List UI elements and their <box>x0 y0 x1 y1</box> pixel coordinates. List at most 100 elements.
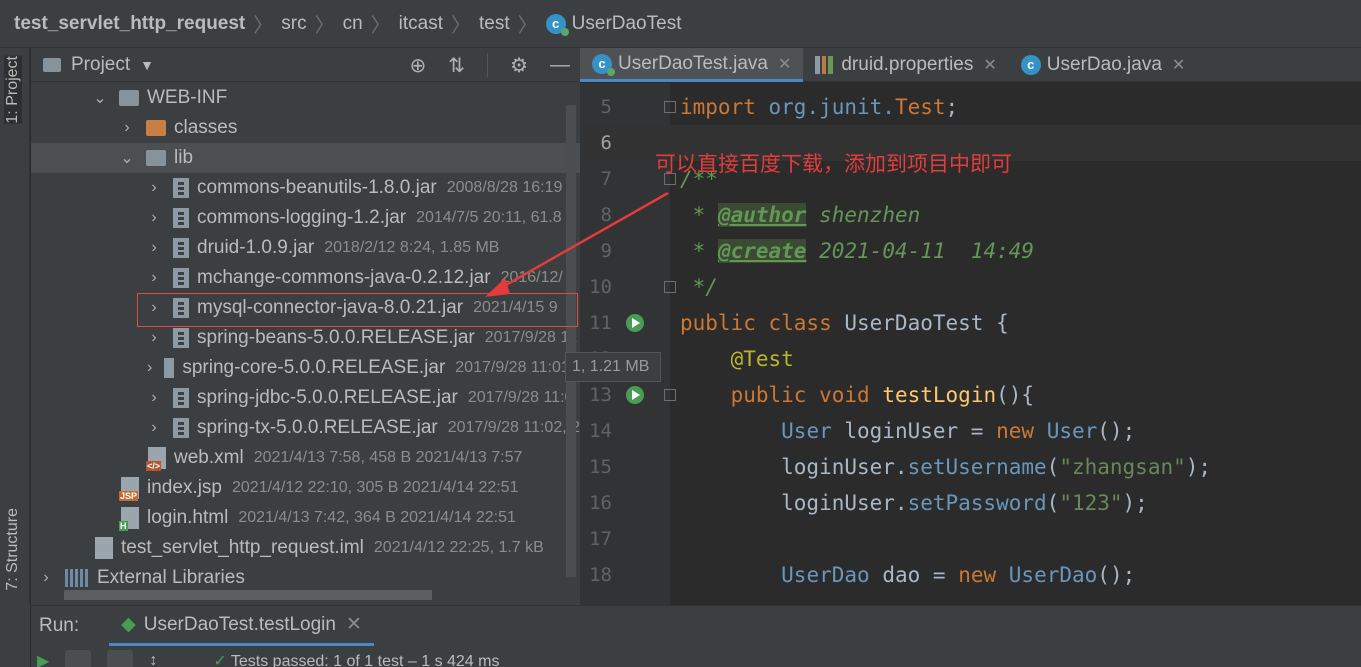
chevron-right-icon[interactable]: › <box>147 179 161 197</box>
project-panel-tools: ⊕ ⇅ ⚙ — <box>410 48 570 82</box>
vertical-scrollbar[interactable] <box>566 105 576 577</box>
tab-druid-properties[interactable]: druid.properties ✕ <box>803 48 1008 82</box>
line-number: 6 <box>600 132 612 154</box>
horizontal-scrollbar[interactable] <box>64 590 432 600</box>
file-type-tag: JSP <box>119 491 139 501</box>
chevron-down-icon[interactable]: ⌄ <box>93 88 107 108</box>
line-number: 7 <box>600 168 612 190</box>
tree-item-jar[interactable]: › druid-1.0.9.jar 2018/2/12 8:24, 1.85 M… <box>31 233 580 263</box>
tree-item-external-libraries[interactable]: › External Libraries <box>31 563 580 593</box>
tree-item-jar[interactable]: › spring-core-5.0.0.RELEASE.jar 2017/9/2… <box>31 353 580 383</box>
structure-tool-tab[interactable]: 7: Structure <box>4 508 22 591</box>
folder-icon <box>119 90 139 106</box>
iml-file-icon <box>95 537 113 559</box>
tree-item-meta: 2021/4/13 7:58, 458 B 2021/4/13 7:57 <box>253 449 523 466</box>
code-line: 17 <box>580 521 1361 557</box>
tree-item-index-jsp[interactable]: JSP index.jsp 2021/4/12 22:10, 305 B 202… <box>31 473 580 503</box>
close-icon[interactable]: ✕ <box>778 54 791 74</box>
fold-icon[interactable] <box>664 389 676 401</box>
chevron-right-icon[interactable]: › <box>147 209 161 227</box>
tree-item-classes[interactable]: › classes <box>31 113 580 143</box>
tree-item-jar[interactable]: › spring-tx-5.0.0.RELEASE.jar 2017/9/28 … <box>31 413 580 443</box>
chevron-down-icon[interactable]: ▼ <box>140 57 154 73</box>
breadcrumb-itcast[interactable]: itcast <box>399 13 443 35</box>
chevron-down-icon[interactable]: ⌄ <box>120 148 134 168</box>
tree-item-iml[interactable]: test_servlet_http_request.iml 2021/4/12 … <box>31 533 580 563</box>
breadcrumb-src[interactable]: src <box>281 13 306 35</box>
chevron-right-icon: 〉 <box>314 15 335 37</box>
run-test-icon[interactable] <box>626 314 644 332</box>
tree-item-jar[interactable]: › spring-jdbc-5.0.0.RELEASE.jar 2017/9/2… <box>31 383 580 413</box>
tab-label: UserDaoTest.java <box>618 52 768 74</box>
tree-item-label: classes <box>174 117 238 138</box>
tree-item-label: WEB-INF <box>147 87 228 108</box>
code-line: 9 * @create 2021-04-11 14:49 <box>580 233 1361 269</box>
sort-icon[interactable]: ↕ <box>149 652 157 667</box>
folder-icon <box>43 57 61 72</box>
rerun-icon[interactable]: ▶ <box>37 651 49 667</box>
stop-icon[interactable] <box>107 650 134 667</box>
hide-icon[interactable]: — <box>550 54 570 77</box>
test-config-icon: ◆ <box>121 614 136 635</box>
tree-item-label: External Libraries <box>97 567 245 588</box>
chevron-right-icon[interactable]: › <box>39 569 53 587</box>
close-icon[interactable]: ✕ <box>1172 55 1185 75</box>
close-icon[interactable]: ✕ <box>983 55 996 75</box>
tree-item-label: spring-beans-5.0.0.RELEASE.jar <box>197 327 475 348</box>
password-string: "123" <box>1059 491 1123 515</box>
class-icon: c <box>1020 55 1041 75</box>
locate-icon[interactable]: ⊕ <box>410 53 427 78</box>
tab-userdaotest-java[interactable]: c UserDaoTest.java ✕ <box>580 48 804 82</box>
project-panel-title[interactable]: Project <box>71 54 130 76</box>
chevron-right-icon[interactable]: › <box>147 269 161 287</box>
code-line: 8 * @author shenzhen <box>580 197 1361 233</box>
gear-icon[interactable]: ⚙ <box>510 53 528 78</box>
close-icon[interactable]: ✕ <box>346 613 362 636</box>
jsp-file-icon: JSP <box>119 477 139 501</box>
chevron-right-icon[interactable]: › <box>147 419 161 437</box>
check-icon[interactable] <box>65 650 92 667</box>
tree-item-meta: 2017/9/28 11:0 <box>467 389 574 406</box>
code-text: loginUser.setUsername("zhangsan"); <box>680 455 1212 479</box>
tree-item-web-xml[interactable]: </> web.xml 2021/4/13 7:58, 458 B 2021/4… <box>31 443 580 473</box>
chevron-right-icon[interactable]: › <box>147 389 161 407</box>
editor-tab-bar: c UserDaoTest.java ✕ druid.properties ✕ … <box>580 48 1361 82</box>
tree-item-jar[interactable]: › commons-logging-1.2.jar 2014/7/5 20:11… <box>31 203 580 233</box>
chevron-right-icon[interactable]: › <box>147 359 152 377</box>
tree-item-meta: 2017/9/28 11:01, 1.21 MB <box>455 359 580 376</box>
run-tab[interactable]: ◆ UserDaoTest.testLogin ✕ <box>109 606 374 646</box>
status-prefix: Tests passed: <box>230 653 329 667</box>
breadcrumb-project[interactable]: test_servlet_http_request <box>14 13 245 35</box>
html-file-icon: H <box>119 507 139 531</box>
tree-item-jar[interactable]: › commons-beanutils-1.8.0.jar 2008/8/28 … <box>31 173 580 203</box>
fold-icon[interactable] <box>664 101 676 113</box>
run-test-icon[interactable] <box>626 386 644 404</box>
highlight-box-mysql-connector <box>137 293 578 327</box>
chevron-right-icon: 〉 <box>517 15 538 37</box>
breadcrumb-class[interactable]: UserDaoTest <box>572 13 682 35</box>
project-tool-tab[interactable]: 1: Project <box>4 56 22 124</box>
file-type-tag: </> <box>146 461 162 471</box>
chevron-right-icon[interactable]: › <box>147 329 161 347</box>
run-tab-label: UserDaoTest.testLogin <box>143 613 336 635</box>
chevron-right-icon[interactable]: › <box>120 119 134 137</box>
fold-icon[interactable] <box>664 281 676 293</box>
run-label: Run: <box>39 615 80 636</box>
tree-item-login-html[interactable]: H login.html 2021/4/13 7:42, 364 B 2021/… <box>31 503 580 533</box>
code-line: 10 */ <box>580 269 1361 305</box>
tree-item-lib[interactable]: ⌄ lib <box>31 143 580 173</box>
toolbar-divider <box>487 53 489 77</box>
tree-item-jar[interactable]: › spring-beans-5.0.0.RELEASE.jar 2017/9/… <box>31 323 580 353</box>
code-text: import org.junit.Test; <box>680 95 959 119</box>
chevron-right-icon[interactable]: › <box>147 239 161 257</box>
collapse-all-icon[interactable]: ⇅ <box>448 53 465 78</box>
breadcrumb-test[interactable]: test <box>479 13 510 35</box>
tooltip-overflow: 1, 1.21 MB <box>565 352 661 382</box>
tree-item-jar[interactable]: › mchange-commons-java-0.2.12.jar 2016/1… <box>31 263 580 293</box>
breadcrumb-cn[interactable]: cn <box>343 13 363 35</box>
tree-item-web-inf[interactable]: ⌄ WEB-INF <box>31 83 580 113</box>
line-number: 5 <box>600 96 612 118</box>
tab-userdao-java[interactable]: c UserDao.java ✕ <box>1009 48 1198 82</box>
code-text: UserDao dao = new UserDao(); <box>781 563 1136 587</box>
chevron-right-icon: 〉 <box>253 15 274 37</box>
